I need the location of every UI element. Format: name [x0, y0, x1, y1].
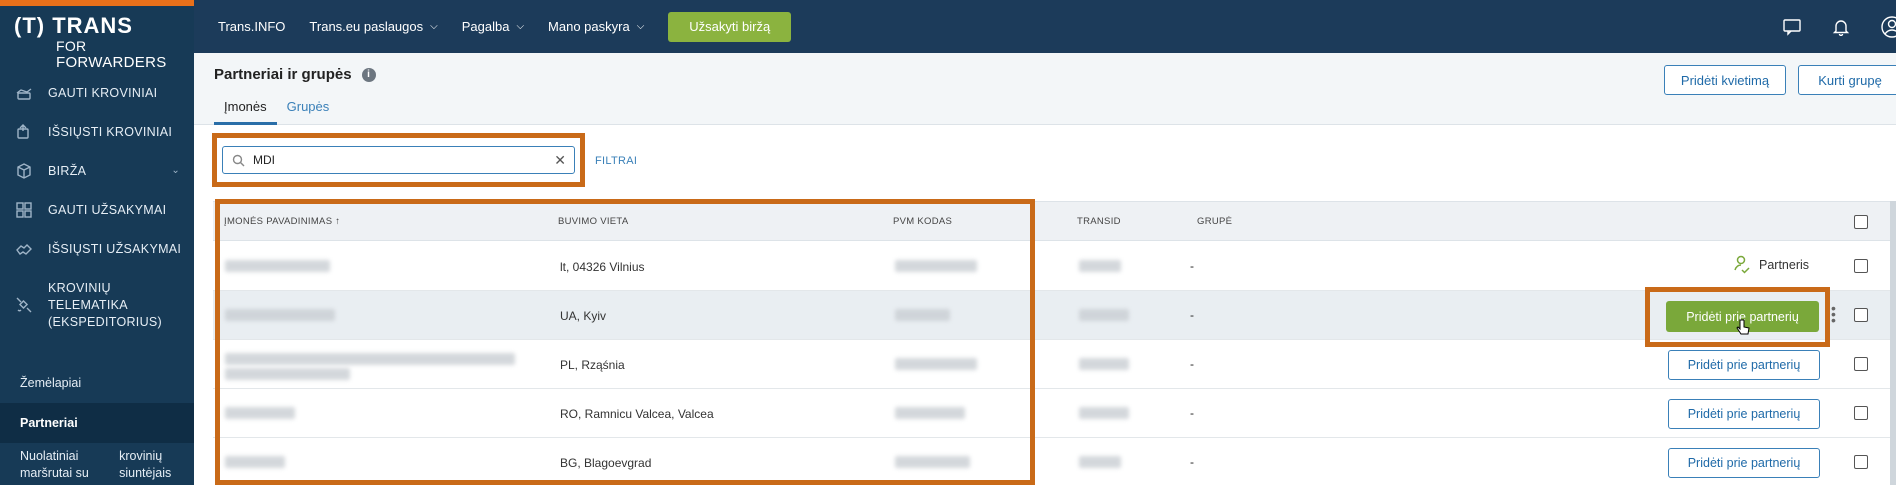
sidebar-accent-bar [0, 0, 194, 6]
sidebar-item-nuolatiniai-marsrutai[interactable]: Nuolatiniai maršrutai su krovinių siuntėj… [0, 443, 194, 485]
top-link-paslaugos[interactable]: Trans.eu paslaugos ⌵ [309, 19, 437, 34]
page-title: Partneriai ir grupės i [214, 66, 376, 83]
clear-icon[interactable]: ✕ [554, 152, 566, 169]
table-highlight-frame [215, 199, 1035, 485]
top-link-trans-info[interactable]: Trans.INFO [218, 19, 285, 34]
telematika-line2: TELEMATIKA [48, 297, 128, 312]
row-group: - [1190, 455, 1194, 469]
sidebar-item-label: KROVINIŲ TELEMATIKA (EKSPEDITORIUS) [48, 280, 162, 331]
transid-redacted [1079, 260, 1121, 272]
info-icon[interactable]: i [361, 67, 376, 82]
grid-icon [14, 200, 34, 220]
partner-label: Partneris [1759, 258, 1810, 272]
sidebar-item-gauti-uzsakymai[interactable]: GAUTI UŽSAKYMAI [0, 190, 194, 229]
add-invitation-button[interactable]: Pridėti kvietimą [1664, 65, 1786, 95]
row-checkbox[interactable] [1854, 259, 1868, 273]
row-checkbox[interactable] [1854, 308, 1868, 322]
select-all-checkbox[interactable] [1854, 215, 1868, 229]
sidebar-item-label: IŠSIŲSTI KROVINIAI [48, 124, 173, 139]
tabs: Įmonės Grupės [214, 99, 339, 125]
partner-check-icon [1733, 255, 1751, 275]
page-header: Partneriai ir grupės i Įmonės Grupės Pri… [194, 53, 1896, 125]
box-in-icon [14, 83, 34, 103]
sidebar-item-birza[interactable]: BIRŽA ⌄ [0, 151, 194, 190]
logo-line1: (T) TRANS [14, 13, 133, 38]
hand-cursor-icon [1736, 319, 1750, 340]
chevron-down-icon[interactable]: ⌄ [171, 165, 180, 176]
col-transid: TRANSID [1077, 216, 1121, 227]
add-partner-button[interactable]: Pridėti prie partnerių [1668, 448, 1820, 478]
bell-icon[interactable] [1832, 18, 1850, 36]
handshake-icon [14, 239, 34, 259]
row-checkbox[interactable] [1854, 406, 1868, 420]
sidebar-item-label: BIRŽA [48, 163, 87, 178]
sidebar-item-issiusti-uzsakymai[interactable]: IŠSIŲSTI UŽSAKYMAI [0, 229, 194, 268]
sidebar-item-label: GAUTI UŽSAKYMAI [48, 202, 167, 217]
top-icons [1752, 0, 1896, 53]
top-link-label: Trans.eu paslaugos [309, 19, 424, 34]
search-highlight-frame: ✕ [212, 133, 585, 187]
chat-icon[interactable] [1782, 18, 1802, 36]
row-group: - [1190, 259, 1194, 273]
search-box[interactable]: ✕ [222, 146, 575, 174]
more-options-icon[interactable]: • • • [1831, 301, 1836, 327]
sub-label-line2: krovinių siuntėjais [119, 449, 172, 480]
sidebar-item-label: GAUTI KROVINIAI [48, 85, 158, 100]
filters-link[interactable]: FILTRAI [595, 155, 637, 167]
top-link-mano-paskyra[interactable]: Mano paskyra ⌵ [548, 19, 644, 34]
logo-line2-big: FORWARDERS [56, 54, 167, 71]
transid-redacted [1079, 456, 1121, 468]
transid-redacted [1079, 407, 1129, 419]
box-out-icon [14, 122, 34, 142]
partner-status: Partneris [1733, 255, 1809, 275]
scrollbar[interactable] [1890, 201, 1896, 485]
create-group-button[interactable]: Kurti grupę [1798, 65, 1896, 95]
search-input[interactable] [253, 153, 543, 167]
brand-logo[interactable]: (T) TRANS FOR FORWARDERS [14, 13, 186, 71]
chevron-down-icon: ⌵ [430, 21, 438, 32]
sidebar-item-issiusti-kroviniai[interactable]: IŠSIŲSTI KROVINIAI [0, 112, 194, 151]
col-group: GRUPĖ [1197, 216, 1233, 227]
search-icon [232, 154, 245, 167]
chevron-down-icon: ⌵ [516, 21, 525, 32]
top-link-pagalba[interactable]: Pagalba ⌵ [462, 19, 524, 34]
telematika-line3: (EKSPEDITORIUS) [48, 314, 163, 329]
page-title-text: Partneriai ir grupės [214, 66, 352, 83]
row-checkbox[interactable] [1854, 357, 1868, 371]
sidebar-subnav: Žemėlapiai Partneriai Nuolatiniai maršru… [0, 363, 194, 485]
transid-redacted [1079, 309, 1129, 321]
add-partner-button[interactable]: Pridėti prie partnerių [1668, 399, 1820, 429]
sidebar-item-zemelapiai[interactable]: Žemėlapiai [0, 363, 194, 403]
sidebar-item-label: IŠSIŲSTI UŽSAKYMAI [48, 241, 182, 256]
sidebar: (T) TRANS FOR FORWARDERS GAUTI KROVINIAI… [0, 0, 194, 485]
satellite-icon [14, 295, 34, 315]
add-partner-button[interactable]: Pridėti prie partnerių [1668, 350, 1820, 380]
top-link-label: Mano paskyra [548, 19, 630, 34]
chevron-down-icon: ⌵ [636, 21, 645, 32]
row-group: - [1190, 406, 1194, 420]
sidebar-nav: GAUTI KROVINIAI IŠSIŲSTI KROVINIAI BIRŽA… [0, 73, 194, 342]
row-group: - [1190, 357, 1194, 371]
top-link-label: Pagalba [461, 19, 510, 34]
order-exchange-button[interactable]: Užsakyti biržą [668, 11, 792, 42]
telematika-line1: KROVINIŲ [48, 280, 111, 295]
logo-line2: FOR FORWARDERS [56, 38, 186, 71]
transid-redacted [1079, 358, 1129, 370]
row-group: - [1190, 308, 1194, 322]
tab-grupes[interactable]: Grupės [277, 99, 340, 125]
logo-line2-small: FOR [56, 38, 87, 54]
sidebar-item-partneriai[interactable]: Partneriai [0, 403, 194, 443]
row-checkbox[interactable] [1854, 455, 1868, 469]
user-avatar-icon[interactable] [1880, 15, 1896, 39]
sidebar-item-gauti-kroviniai[interactable]: GAUTI KROVINIAI [0, 73, 194, 112]
sub-label-line1: Nuolatiniai maršrutai su [20, 449, 89, 480]
sidebar-item-telematika[interactable]: KROVINIŲ TELEMATIKA (EKSPEDITORIUS) [0, 268, 194, 342]
cube-icon [14, 161, 34, 181]
top-navbar: Trans.INFO Trans.eu paslaugos ⌵ Pagalba ⌵ … [194, 0, 1896, 53]
tab-imones[interactable]: Įmonės [214, 99, 277, 125]
